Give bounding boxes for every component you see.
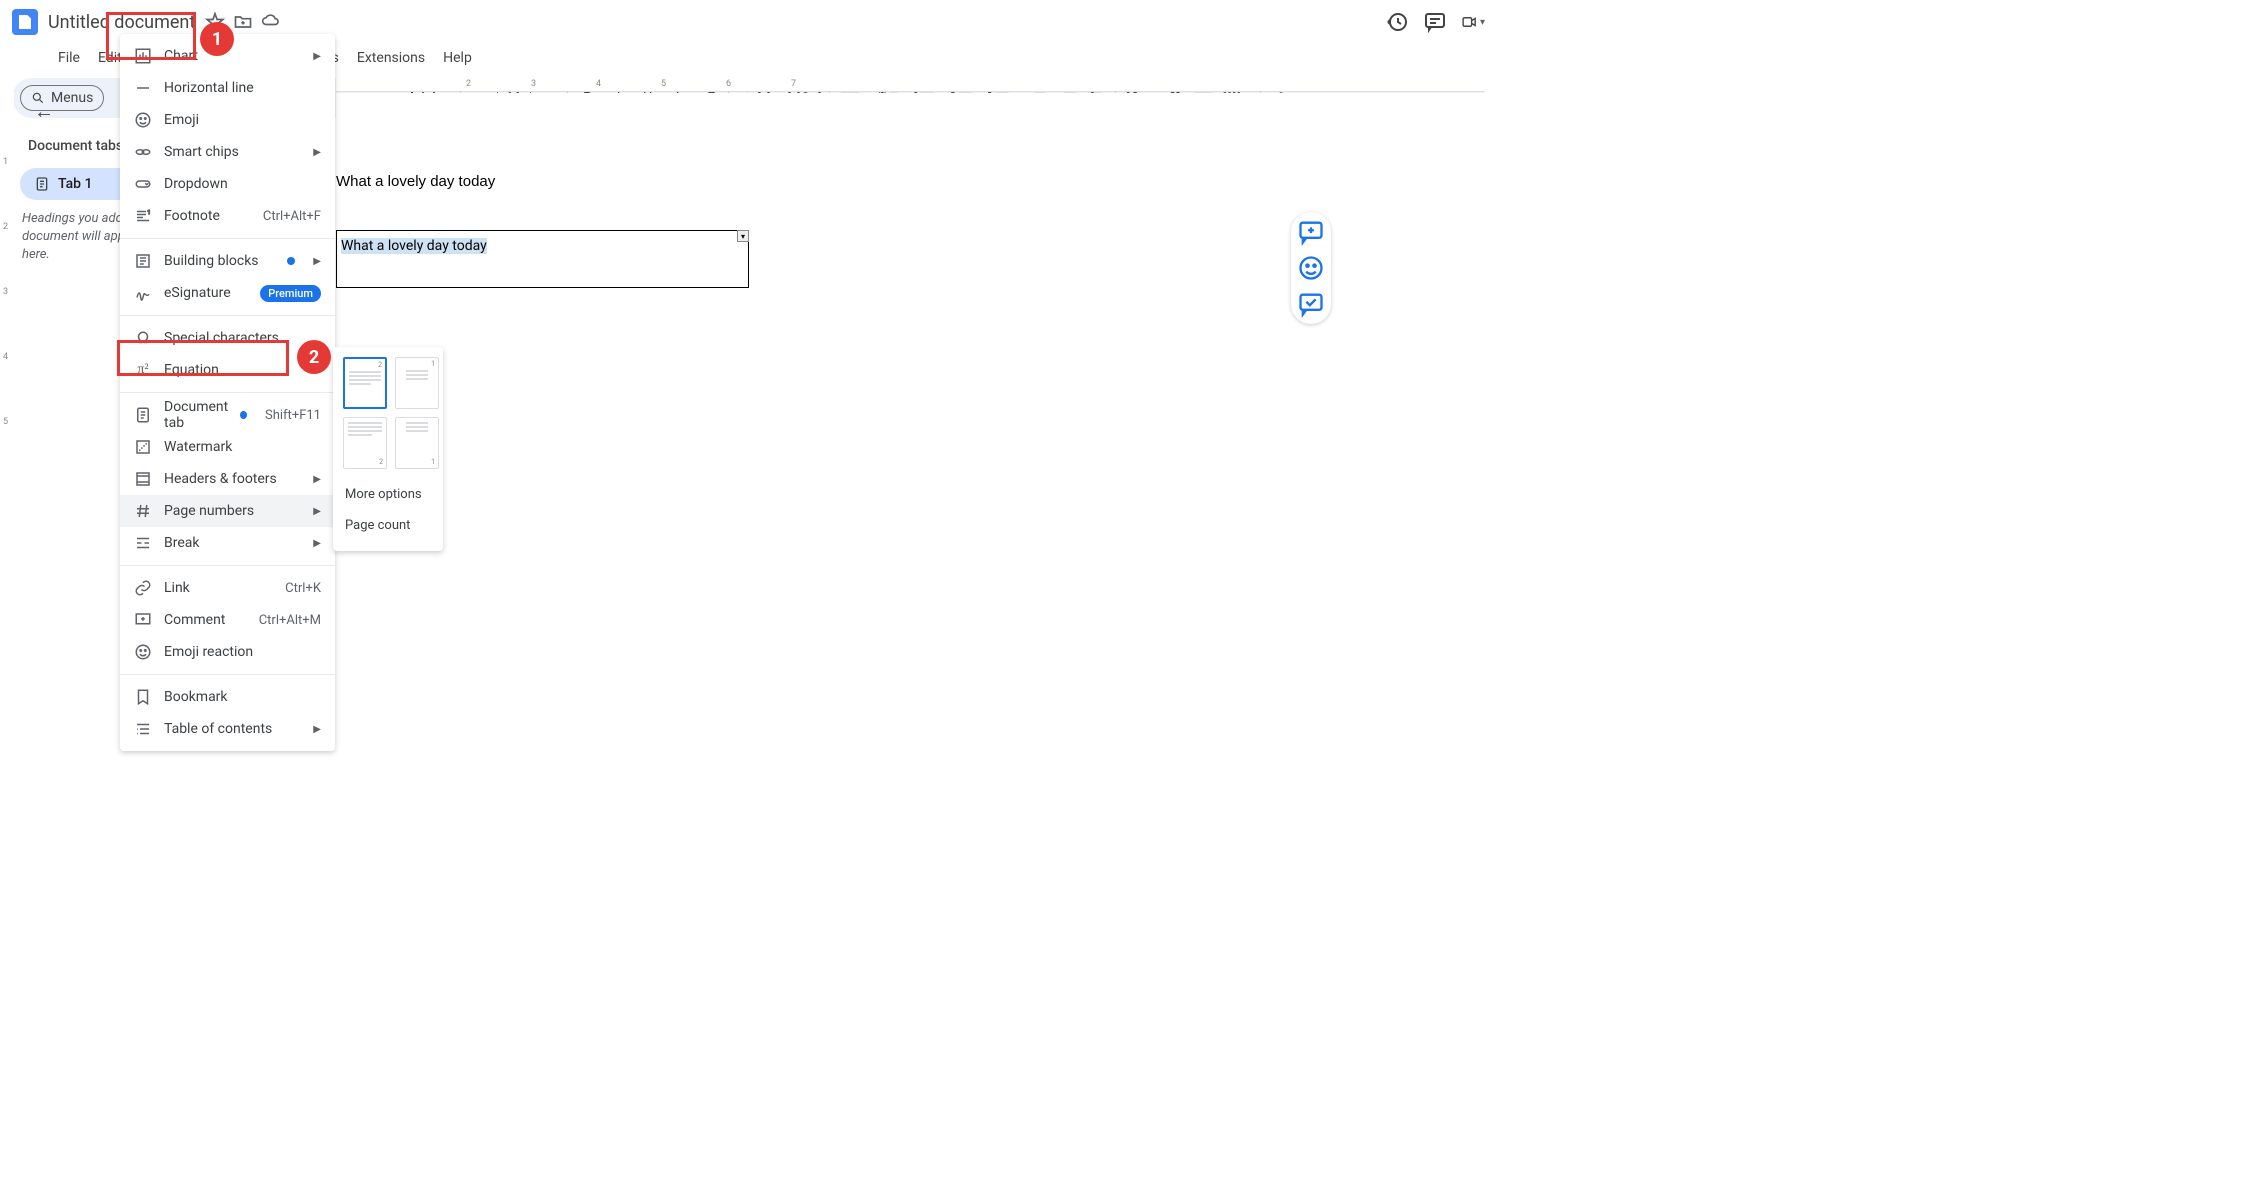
water-icon [134, 438, 152, 456]
annotation-badge-1: 1 [200, 22, 234, 56]
annotation-badge-2: 2 [297, 340, 331, 374]
insert-menu-dropdown: Chart▶Horizontal lineEmojiSmart chips▶Dr… [120, 34, 335, 751]
emoji-icon [134, 111, 152, 129]
menu-item-document-tab[interactable]: Document tabShift+F11 [120, 399, 335, 431]
emojir-icon [134, 643, 152, 661]
add-comment-icon[interactable] [1297, 218, 1325, 246]
meet-icon[interactable] [1461, 10, 1485, 34]
chips-icon [134, 143, 152, 161]
text-box[interactable]: What a lovely day today ▾ [336, 230, 749, 288]
menu-item-page-numbers[interactable]: Page numbers▶ [120, 495, 335, 527]
menu-item-comment[interactable]: CommentCtrl+Alt+M [120, 604, 335, 636]
menu-help[interactable]: Help [435, 46, 480, 70]
menu-item-emoji[interactable]: Emoji [120, 104, 335, 136]
page-number-option-2[interactable]: 1 [395, 357, 439, 409]
comment-icon [134, 611, 152, 629]
page-number-option-4[interactable]: 1 [395, 417, 439, 469]
menu-extensions[interactable]: Extensions [349, 46, 433, 70]
menu-item-watermark[interactable]: Watermark [120, 431, 335, 463]
suggest-edits-icon[interactable] [1297, 290, 1325, 318]
document-text[interactable]: What a lovely day today [336, 173, 819, 190]
menu-item-smart-chips[interactable]: Smart chips▶ [120, 136, 335, 168]
hash-icon [134, 502, 152, 520]
menu-item-break[interactable]: Break▶ [120, 527, 335, 559]
emoji-reaction-icon[interactable] [1297, 254, 1325, 282]
bookmark-icon [134, 688, 152, 706]
page-number-option-1[interactable]: 2 [343, 357, 387, 409]
textbox-dropdown-handle[interactable]: ▾ [737, 230, 749, 242]
document-title[interactable]: Untitled document [48, 12, 195, 33]
menu-item-horizontal-line[interactable]: Horizontal line [120, 72, 335, 104]
menu-item-dropdown[interactable]: Dropdown [120, 168, 335, 200]
textbox-content[interactable]: What a lovely day today [341, 238, 487, 254]
toc-icon [134, 720, 152, 738]
svg-text:1: 1 [148, 210, 151, 216]
menu-item-headers-footers[interactable]: Headers & footers▶ [120, 463, 335, 495]
blocks-icon [134, 252, 152, 270]
horizontal-ruler: 2 3 4 5 6 7 [336, 78, 1485, 92]
menu-item-emoji-reaction[interactable]: Emoji reaction [120, 636, 335, 668]
header-right [1385, 10, 1485, 34]
menu-item-footnote[interactable]: 1FootnoteCtrl+Alt+F [120, 200, 335, 232]
dropdown-icon [134, 175, 152, 193]
footnote-icon: 1 [134, 207, 152, 225]
cloud-status-icon[interactable] [261, 12, 281, 32]
document-area[interactable]: What a lovely day today What a lovely da… [336, 93, 1497, 793]
page-count-item[interactable]: Page count [343, 510, 433, 541]
comments-icon[interactable] [1423, 10, 1447, 34]
menu-item-link[interactable]: LinkCtrl+K [120, 572, 335, 604]
menu-item-bookmark[interactable]: Bookmark [120, 681, 335, 713]
page-numbers-submenu: 2 1 2 1 More options Page count [333, 347, 443, 551]
headers-icon [134, 470, 152, 488]
omega-icon [134, 329, 152, 347]
break-icon [134, 534, 152, 552]
tab-icon [34, 176, 50, 192]
side-float-panel [1291, 212, 1331, 324]
docs-logo-icon[interactable] [12, 9, 38, 35]
menu-item-table-of-contents[interactable]: Table of contents▶ [120, 713, 335, 745]
menu-item-esignature[interactable]: eSignaturePremium [120, 277, 335, 309]
history-icon[interactable] [1385, 10, 1409, 34]
tab-label: Tab 1 [58, 176, 92, 192]
esig-icon [134, 284, 152, 302]
menu-file[interactable]: File [50, 46, 88, 70]
tab-icon [134, 406, 152, 424]
hr-icon [134, 79, 152, 97]
link-icon [134, 579, 152, 597]
page-number-option-3[interactable]: 2 [343, 417, 387, 469]
more-options-item[interactable]: More options [343, 479, 433, 510]
move-folder-icon[interactable] [233, 12, 253, 32]
menu-item-building-blocks[interactable]: Building blocks▶ [120, 245, 335, 277]
pi-icon: π² [134, 361, 152, 379]
chart-icon [134, 47, 152, 65]
